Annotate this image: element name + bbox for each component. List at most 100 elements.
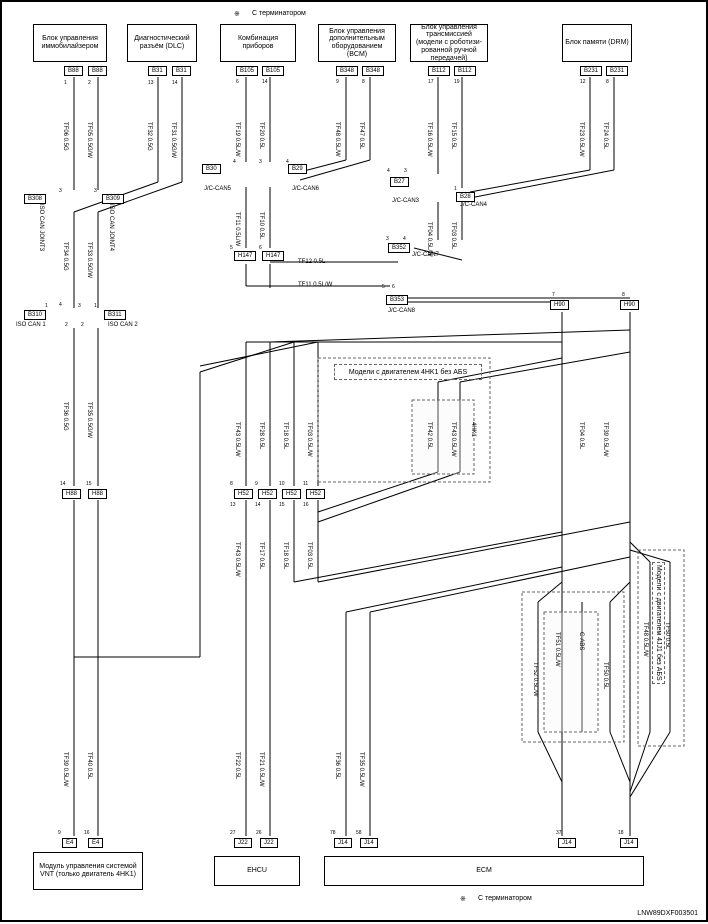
mid-connector-H52-19: H52 [306,489,325,499]
wire-label-6: TF48 0.5L/W [334,122,340,157]
mid-connector-B27-4: B27 [390,177,409,187]
side-label-6: ISO CAN 1 [16,322,46,328]
pin-32: 7 [552,292,555,298]
wire-label-28: TF04 0.5L [578,422,584,449]
pin-7: 8 [362,79,365,85]
terminator-label-bottom: С терминатором [478,895,532,902]
pin-24: 2 [65,322,68,328]
pin-43: 16 [303,502,309,508]
pin-18: 3 [404,168,407,174]
pin-8: 17 [428,79,434,85]
wire-label-32: TF17 0.5L [258,542,264,569]
pin-35: 15 [86,481,92,487]
wire-label-25: TF03 0.5L/W [306,422,312,457]
mid-connector-B310-6: B310 [24,310,46,320]
side-label-9: J/C-CAN8 [388,308,415,314]
pin-14: 4 [233,159,236,165]
side-label-2: J/C-CAN5 [204,186,231,192]
pin-48: 78 [330,830,336,836]
connector-B231-11: B231 [606,66,628,76]
model-box-0: Модели с двигателем 4HK1 без АБS [334,364,482,380]
mid-connector-B309-1: B309 [102,194,124,204]
pin-50: 37 [556,830,562,836]
mid-connector-H52-17: H52 [258,489,277,499]
connector-B88-0: B88 [64,66,83,76]
pin-3: 14 [172,80,178,86]
bottom-box-1: EHCU [214,856,300,886]
mid-connector-B30-2: B30 [202,164,221,174]
wire-label-29: TF39 0.5L/W [602,422,608,457]
pin-40: 13 [230,502,236,508]
mid-connector-H52-16: H52 [234,489,253,499]
wire-label-45: TF36 0.5L [334,752,340,779]
pin-26: 3 [386,236,389,242]
pin-21: 4 [59,302,62,308]
connector-B112-9: B112 [454,66,476,76]
wire-label-23: TF28 0.5L [258,422,264,449]
pin-23: 1 [94,303,97,309]
mid-connector-B29-3: B29 [288,164,307,174]
pin-45: 16 [84,830,90,836]
pin-5: 14 [262,79,268,85]
header-box-5: Блок памяти (DRM) [562,24,632,62]
mid-connector-E4-20: E4 [62,838,77,848]
terminator-asterisk-bottom: ※ [460,895,466,903]
wire-label-35: TF51 0.5L/W [554,632,560,667]
wire-label-12: TF34 0.5G [62,242,68,271]
mid-connector-E4-21: E4 [88,838,103,848]
terminator-asterisk-top: ※ [234,10,240,18]
wire-label-38: TF50 0.5L [602,662,608,689]
pin-11: 8 [606,79,609,85]
pin-44: 9 [58,830,61,836]
mid-connector-H147-11: H147 [262,251,284,261]
wire-label-27: TF43 0.5L/W [450,422,456,457]
wire-label-11: TF24 0.5L [602,122,608,149]
pin-46: 27 [230,830,236,836]
wire-label-1: TF05 0.5G/W [86,122,92,158]
pin-10: 12 [580,79,586,85]
wire-label-22: TF43 0.5L/W [234,422,240,457]
mid-connector-J22-23: J22 [260,838,278,848]
pin-22: 3 [78,303,81,309]
wire-label-9: TF15 0.5L [450,122,456,149]
side-label-7: ISO CAN 2 [108,322,138,328]
pin-0: 1 [64,80,67,86]
side-label-3: J/C-CAN6 [292,186,319,192]
wire-label-2: TF32 0.5G [146,122,152,151]
wire-label-3: TF31 0.5G/W [170,122,176,158]
pin-36: 8 [230,481,233,487]
connector-B348-6: B348 [336,66,358,76]
connector-B105-5: B105 [262,66,284,76]
pin-6: 9 [336,79,339,85]
pin-4: 6 [236,79,239,85]
bottom-box-2: ECM [324,856,644,886]
pin-28: 5 [230,245,233,251]
mid-connector-B308-0: B308 [24,194,46,204]
header-box-2: Комбинация приборов [220,24,296,62]
mid-connector-J14-26: J14 [558,838,576,848]
connector-B348-7: B348 [362,66,384,76]
pin-30: 5 [382,284,385,290]
mid-connector-J14-25: J14 [360,838,378,848]
wire-label-4: TF19 0.5L/W [234,122,240,157]
pin-13: 3 [94,188,97,194]
pin-12: 3 [59,188,62,194]
wire-label-15: TF10 0.5L [258,212,264,239]
pin-37: 9 [255,481,258,487]
mid-connector-B28-5: B28 [456,192,475,202]
header-box-1: Диагностический разъём (DLC) [127,24,197,62]
side-label-5: J/C-CAN4 [460,202,487,208]
pin-20: 1 [45,303,48,309]
pin-9: 19 [454,79,460,85]
model-box-1: Модели с двигателем 4JJ1 без АБS [652,562,665,684]
connector-B31-3: B31 [172,66,191,76]
wire-label-0: TF06 0.5G [62,122,68,151]
connector-B231-10: B231 [580,66,602,76]
pin-34: 14 [60,481,66,487]
side-label-1: ISO CAN JOINT4 [108,204,114,251]
wire-label-10: TF23 0.5L/W [578,122,584,157]
mid-connector-H90-13: H90 [620,300,639,310]
wire-label-34: TF03 0.5L [306,542,312,569]
pin-17: 4 [387,168,390,174]
wire-label-14: TF11 0.5L/W [234,212,240,246]
